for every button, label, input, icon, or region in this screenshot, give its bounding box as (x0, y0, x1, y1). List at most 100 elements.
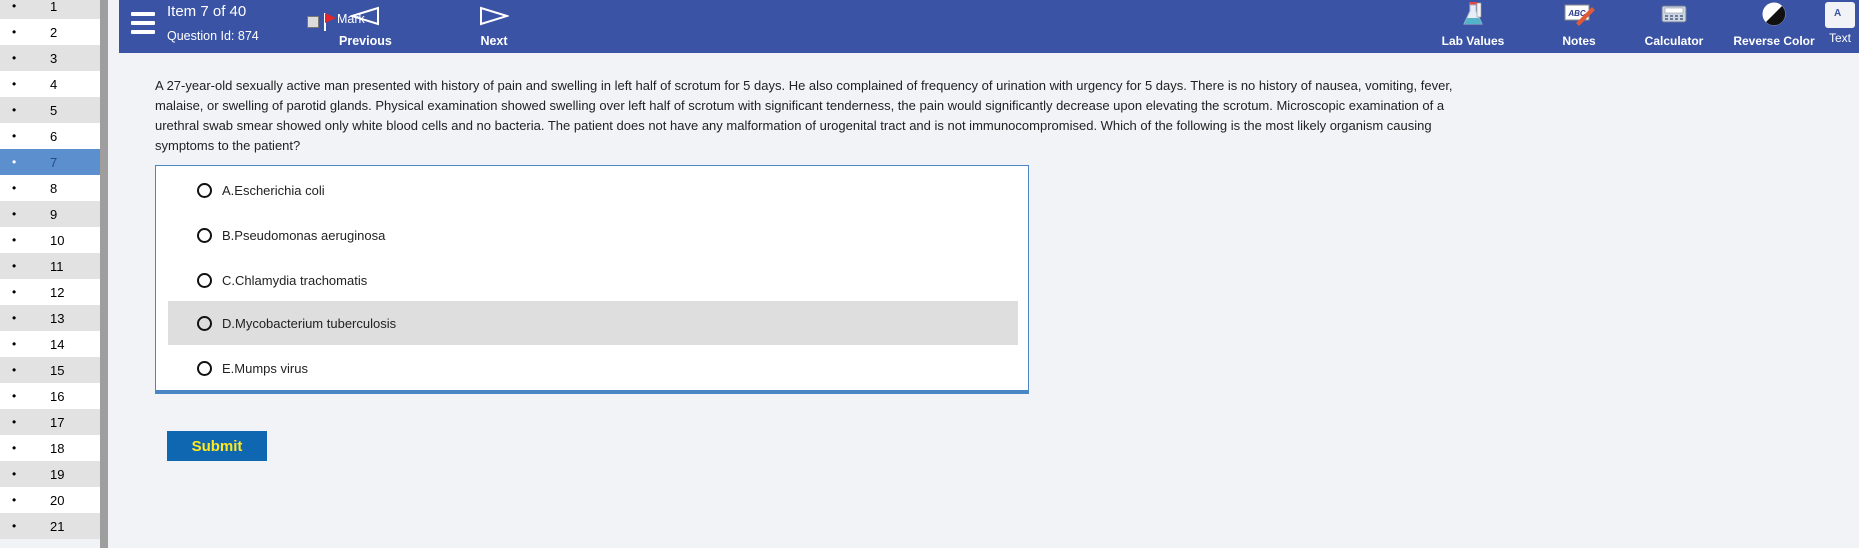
bullet-icon: • (12, 181, 17, 195)
sidebar-item-number: 5 (50, 103, 58, 118)
text-label: Text (1829, 31, 1852, 45)
sidebar-item-number: 20 (50, 493, 65, 508)
item-counter: Item 7 of 40 (167, 3, 247, 20)
menu-icon[interactable] (131, 12, 155, 34)
sidebar-item-number: 6 (50, 129, 58, 144)
sidebar-item-number: 12 (50, 285, 65, 300)
sidebar-item-number: 3 (50, 51, 58, 66)
mark-checkbox[interactable] (307, 16, 319, 28)
flag-icon (324, 13, 336, 31)
sidebar-item-3[interactable]: • 3 (0, 45, 108, 71)
radio-c[interactable] (197, 273, 212, 288)
sidebar-item-18[interactable]: • 18 (0, 435, 108, 461)
sidebar-item-8[interactable]: • 8 (0, 175, 108, 201)
sidebar-item-6[interactable]: • 6 (0, 123, 108, 149)
radio-a[interactable] (197, 183, 212, 198)
next-label: Next (480, 34, 508, 48)
bullet-icon: • (12, 389, 17, 403)
bullet-icon: • (12, 155, 17, 169)
sidebar-item-14[interactable]: • 14 (0, 331, 108, 357)
sidebar-item-12[interactable]: • 12 (0, 279, 108, 305)
bullet-icon: • (12, 129, 17, 143)
sidebar-item-19[interactable]: • 19 (0, 461, 108, 487)
bullet-icon: • (12, 259, 17, 273)
sidebar-item-number: 18 (50, 441, 65, 456)
bullet-icon: • (12, 311, 17, 325)
sidebar-item-1[interactable]: • 1 (0, 0, 108, 19)
sidebar-item-7[interactable]: • 7 (0, 149, 108, 175)
radio-e[interactable] (197, 361, 212, 376)
reverse-color-icon (1762, 2, 1786, 26)
bullet-icon: • (12, 0, 17, 13)
sidebar-item-number: 1 (50, 0, 58, 14)
next-arrow-icon (480, 6, 511, 26)
bullet-icon: • (12, 441, 17, 455)
sidebar-item-15[interactable]: • 15 (0, 357, 108, 383)
question-list: • 1 • 2 • 3 • 4 • 5 • 6 • 7 • 8 • 9 • 10 • 11 • 12 • 13 • 14 • 15 • 16 •… (0, 0, 108, 539)
notes-icon: ABC (1564, 4, 1595, 26)
bullet-icon: • (12, 103, 17, 117)
bullet-icon: • (12, 25, 17, 39)
notes-label: Notes (1562, 34, 1596, 48)
reverse-color-button[interactable]: Reverse Color (1714, 2, 1834, 48)
sidebar-item-number: 2 (50, 25, 58, 40)
choice-d[interactable]: D.Mycobacterium tuberculosis (168, 301, 1018, 345)
calculator-icon (1661, 5, 1687, 23)
reverse-color-label: Reverse Color (1733, 34, 1815, 48)
sidebar-item-4[interactable]: • 4 (0, 71, 108, 97)
text-size-button[interactable]: A Text (1825, 2, 1859, 45)
sidebar-scrollbar[interactable] (100, 0, 108, 548)
choice-c-label: C.Chlamydia trachomatis (222, 273, 368, 288)
sidebar-item-number: 11 (50, 259, 64, 274)
bullet-icon: • (12, 467, 17, 481)
sidebar-item-21[interactable]: • 21 (0, 513, 108, 539)
sidebar-item-20[interactable]: • 20 (0, 487, 108, 513)
calculator-label: Calculator (1644, 34, 1704, 48)
sidebar-item-number: 21 (50, 519, 65, 534)
lab-values-button[interactable]: Lab Values (1425, 2, 1521, 48)
previous-button[interactable]: Previous (339, 6, 392, 48)
submit-button[interactable]: Submit (167, 431, 267, 461)
next-button[interactable]: Next (479, 6, 511, 48)
choice-b-label: B.Pseudomonas aeruginosa (222, 228, 386, 243)
sidebar-item-number: 9 (50, 207, 58, 222)
choice-d-label: D.Mycobacterium tuberculosis (222, 316, 397, 331)
bullet-icon: • (12, 77, 17, 91)
previous-arrow-icon (349, 6, 380, 26)
bullet-icon: • (12, 233, 17, 247)
sidebar-item-17[interactable]: • 17 (0, 409, 108, 435)
choice-a[interactable]: A.Escherichia coli (168, 168, 1018, 212)
sidebar-item-number: 8 (50, 181, 58, 196)
sidebar-item-13[interactable]: • 13 (0, 305, 108, 331)
sidebar-item-number: 15 (50, 363, 65, 378)
choice-e-label: E.Mumps virus (222, 361, 308, 376)
sidebar-item-5[interactable]: • 5 (0, 97, 108, 123)
sidebar-item-10[interactable]: • 10 (0, 227, 108, 253)
previous-label: Previous (339, 34, 392, 48)
bullet-icon: • (12, 207, 17, 221)
sidebar-item-number: 19 (50, 467, 65, 482)
sidebar-item-number: 10 (50, 233, 65, 248)
sidebar-item-9[interactable]: • 9 (0, 201, 108, 227)
notes-button[interactable]: ABC Notes (1539, 2, 1619, 48)
question-id: Question Id: 874 (167, 29, 259, 43)
text-size-icon: A (1825, 2, 1855, 28)
radio-b[interactable] (197, 228, 212, 243)
bullet-icon: • (12, 415, 17, 429)
bullet-icon: • (12, 285, 17, 299)
sidebar-item-number: 13 (50, 311, 65, 326)
choice-b[interactable]: B.Pseudomonas aeruginosa (168, 213, 1018, 257)
bullet-icon: • (12, 363, 17, 377)
choice-e[interactable]: E.Mumps virus (168, 346, 1018, 390)
answer-choices: A.Escherichia coli B.Pseudomonas aerugin… (155, 165, 1029, 394)
lab-values-label: Lab Values (1441, 34, 1505, 48)
sidebar-item-11[interactable]: • 11 (0, 253, 108, 279)
sidebar-item-2[interactable]: • 2 (0, 19, 108, 45)
bullet-icon: • (12, 493, 17, 507)
calculator-button[interactable]: Calculator (1629, 2, 1719, 48)
sidebar-item-16[interactable]: • 16 (0, 383, 108, 409)
question-sidebar: • 1 • 2 • 3 • 4 • 5 • 6 • 7 • 8 • 9 • 10 • 11 • 12 • 13 • 14 • 15 • 16 •… (0, 0, 108, 548)
bullet-icon: • (12, 337, 17, 351)
choice-c[interactable]: C.Chlamydia trachomatis (168, 258, 1018, 302)
radio-d[interactable] (197, 316, 212, 331)
